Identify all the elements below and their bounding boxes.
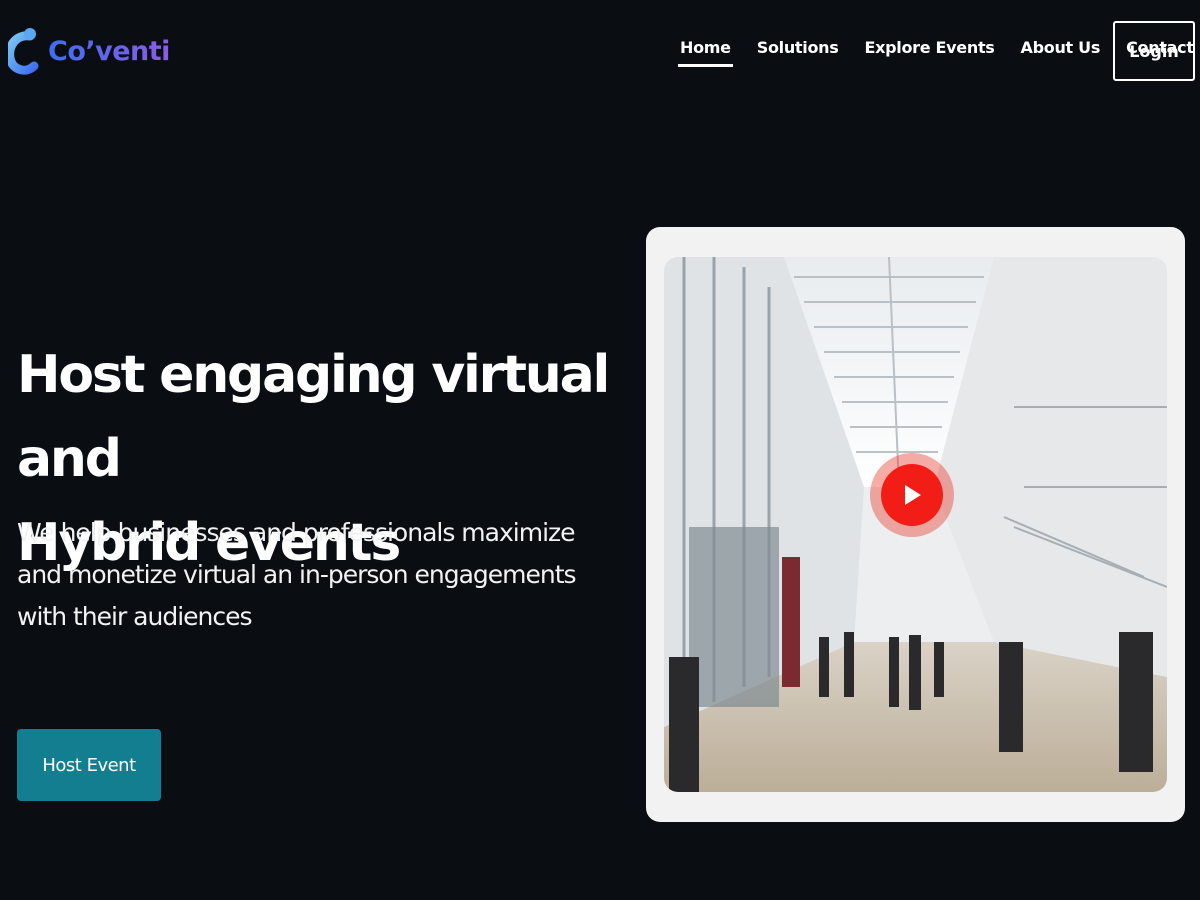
- nav-item-about-us[interactable]: About Us: [1021, 38, 1101, 67]
- host-event-button[interactable]: Host Event: [17, 729, 161, 801]
- play-button[interactable]: [870, 453, 954, 537]
- nav-item-solutions[interactable]: Solutions: [757, 38, 839, 67]
- login-button[interactable]: Login: [1113, 21, 1195, 81]
- landing-page: Co’venti Home Solutions Explore Events A…: [0, 0, 1200, 900]
- brand-name: Co’venti: [48, 35, 170, 67]
- video-card: [646, 227, 1185, 822]
- hero-title-line1: Host engaging virtual and: [17, 345, 610, 489]
- coventi-logo-icon: [8, 28, 39, 75]
- nav-item-explore-events[interactable]: Explore Events: [864, 38, 994, 67]
- hero-subtitle: We help businesses and professionals max…: [17, 518, 577, 631]
- nav-item-home[interactable]: Home: [678, 38, 733, 67]
- brand-logo[interactable]: Co’venti: [8, 24, 170, 78]
- play-icon: [905, 485, 921, 505]
- video-thumbnail[interactable]: [664, 257, 1167, 792]
- play-button-core: [881, 464, 943, 526]
